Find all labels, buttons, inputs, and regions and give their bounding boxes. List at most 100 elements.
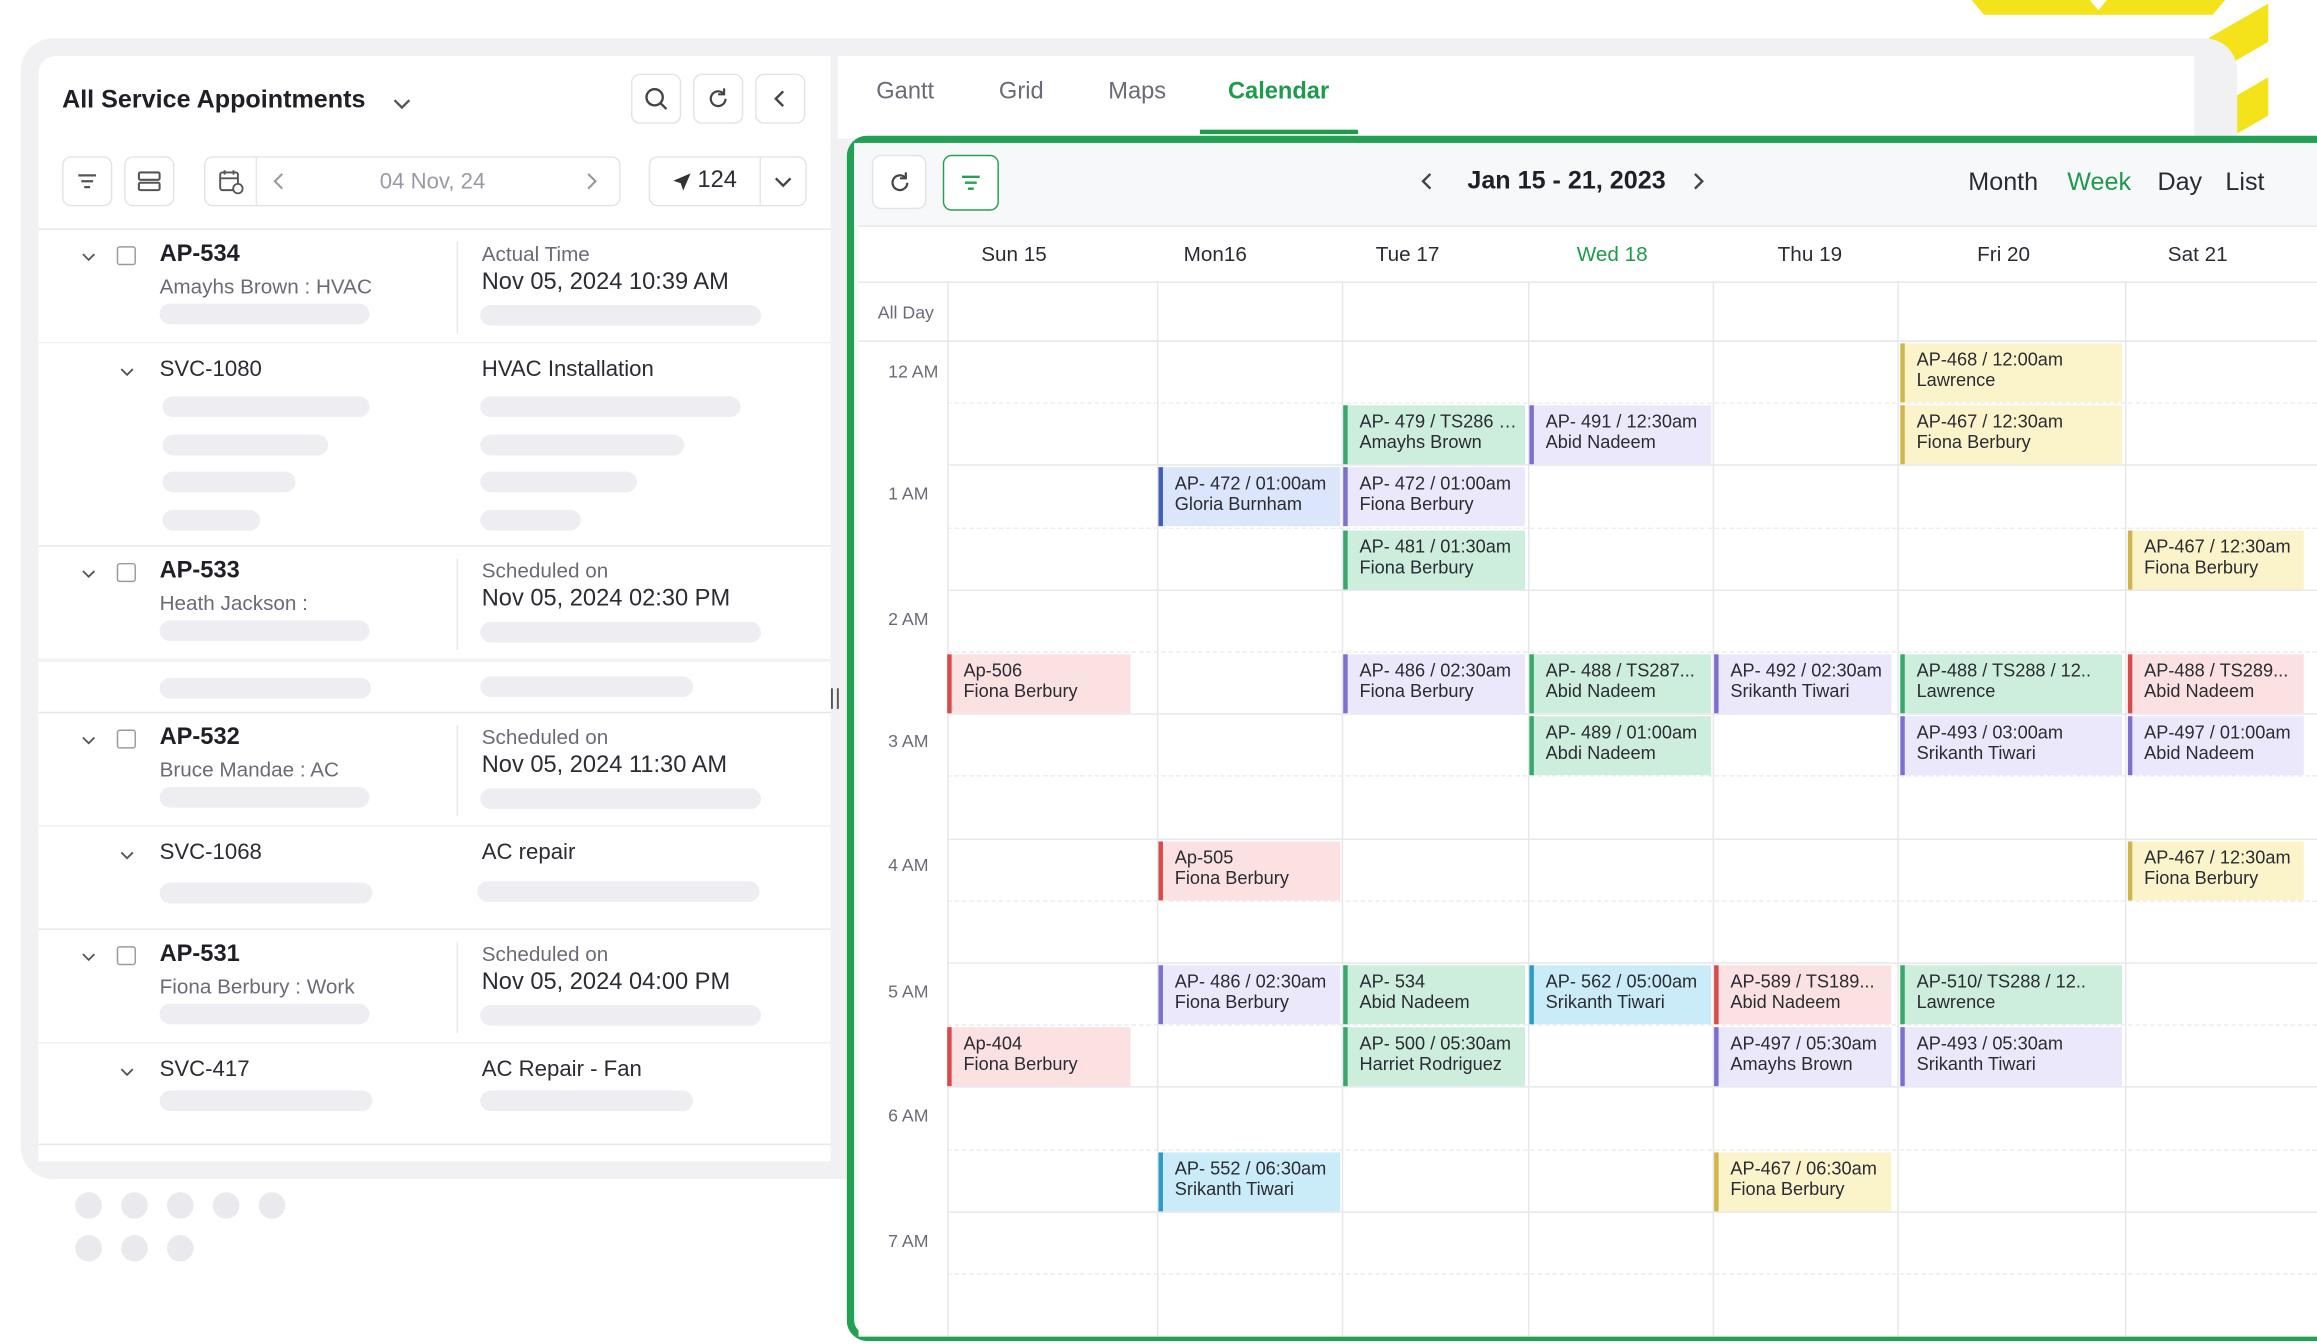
calendar-event[interactable]: AP-467 / 06:30am Fiona Berbury <box>1714 1151 1892 1211</box>
event-title: AP-493 / 03:00am <box>1916 722 2064 744</box>
calendar-event[interactable]: AP- 552 / 06:30am Srikanth Tiwari <box>1158 1151 1341 1211</box>
event-assignee: Abid Nadeem <box>1545 432 1656 453</box>
calendar-refresh-button[interactable] <box>871 154 927 210</box>
service-expand-chevron-icon[interactable] <box>117 844 138 865</box>
mode-list[interactable]: List <box>2225 168 2264 197</box>
calendar-event[interactable]: AP- 486 / 02:30am Fiona Berbury <box>1343 654 1525 714</box>
service-expand-chevron-icon[interactable] <box>117 361 138 382</box>
calendar-event[interactable]: Ap-404 Fiona Berbury <box>947 1027 1131 1087</box>
calendar-event[interactable]: AP-467 / 12:30am Fiona Berbury <box>2127 529 2304 589</box>
calendar-event[interactable]: AP- 472 / 01:00am Gloria Burnham <box>1158 467 1341 527</box>
calendar-event[interactable]: AP- 491 / 12:30am Abid Nadeem <box>1529 405 1712 465</box>
calendar-event[interactable]: AP-497 / 05:30am Amayhs Brown <box>1714 1027 1892 1087</box>
panel-splitter[interactable] <box>830 685 839 712</box>
calendar-event[interactable]: AP-488 / TS289... Abid Nadeem <box>2127 654 2304 714</box>
calendar-event[interactable]: AP- 489 / 01:00am Abdi Nadeem <box>1529 716 1712 776</box>
appointment-id[interactable]: AP-531 <box>160 942 240 969</box>
filter-button[interactable] <box>62 156 113 207</box>
calendar-event[interactable]: Ap-506 Fiona Berbury <box>947 654 1131 714</box>
mode-day[interactable]: Day <box>2157 168 2202 197</box>
event-title: AP-467 / 12:30am <box>2144 846 2291 868</box>
calendar-event[interactable]: AP-493 / 03:00am Srikanth Tiwari <box>1900 716 2122 776</box>
section-divider <box>38 711 831 714</box>
calendar-event[interactable]: Ap-505 Fiona Berbury <box>1158 840 1341 900</box>
calendar-event[interactable]: AP- 481 / 01:30am Fiona Berbury <box>1343 529 1525 589</box>
half-hour-line <box>947 651 2317 653</box>
calendar-event[interactable]: AP-488 / TS288 / 12.. Lawrence <box>1900 654 2122 714</box>
chevron-down-icon[interactable] <box>770 168 797 195</box>
calendar-event[interactable]: AP- 534 Abid Nadeem <box>1343 965 1525 1025</box>
service-id[interactable]: SVC-1068 <box>160 840 262 865</box>
calendar-event[interactable]: AP- 488 / TS287... Abid Nadeem <box>1529 654 1712 714</box>
placeholder-bar <box>480 509 581 531</box>
refresh-button[interactable] <box>693 73 744 124</box>
event-assignee: Abid Nadeem <box>1730 991 1841 1013</box>
calendar-event[interactable]: AP-467 / 12:30am Fiona Berbury <box>2127 840 2304 900</box>
calendar-filter-button[interactable] <box>942 154 999 211</box>
service-id[interactable]: SVC-417 <box>160 1057 250 1082</box>
appointment-id[interactable]: AP-533 <box>160 559 240 586</box>
half-hour-line <box>947 1148 2317 1151</box>
decor-dot <box>121 1234 148 1262</box>
mode-week[interactable]: Week <box>2067 168 2131 197</box>
placeholder-bar <box>480 621 762 643</box>
expand-chevron-icon[interactable] <box>78 946 99 967</box>
hour-line <box>947 1211 2317 1213</box>
appointment-checkbox[interactable] <box>116 246 136 266</box>
calendar-event[interactable]: AP- 486 / 02:30am Fiona Berbury <box>1158 965 1341 1025</box>
search-button[interactable] <box>630 73 682 124</box>
tab-gantt[interactable]: Gantt <box>876 80 934 107</box>
placeholder-bar <box>159 1090 373 1112</box>
calendar-event[interactable]: AP- 562 / 05:00am Srikanth Tiwari <box>1529 965 1712 1025</box>
event-assignee: Fiona Berbury <box>1359 494 1474 515</box>
dispatch-divider <box>759 157 762 205</box>
calendar-event[interactable]: AP-497 / 01:00am Abid Nadeem <box>2127 716 2304 776</box>
service-id[interactable]: SVC-1080 <box>160 357 262 382</box>
calendar-range: Jan 15 - 21, 2023 <box>1467 166 1666 195</box>
expand-chevron-icon[interactable] <box>78 246 99 267</box>
tab-calendar[interactable]: Calendar <box>1228 80 1329 107</box>
decor-dot <box>121 1192 148 1219</box>
calendar-event[interactable]: AP-589 / TS189... Abid Nadeem <box>1714 965 1892 1025</box>
half-hour-line <box>947 1024 2317 1026</box>
calendar-event[interactable]: AP- 472 / 01:00am Fiona Berbury <box>1343 467 1525 527</box>
appointment-customer: Amayhs Brown : HVAC <box>159 274 372 298</box>
collapse-panel-button[interactable] <box>755 73 806 124</box>
calendar-event[interactable]: AP- 492 / 02:30am Srikanth Tiwari <box>1714 654 1892 714</box>
previous-week-icon[interactable] <box>1414 168 1441 195</box>
calendar-event[interactable]: AP-468 / 12:00am Lawrence <box>1900 343 2122 403</box>
tab-grid[interactable]: Grid <box>999 80 1044 107</box>
event-assignee: Amayhs Brown <box>1730 1053 1853 1075</box>
event-assignee: Abid Nadeem <box>2144 680 2255 702</box>
expand-chevron-icon[interactable] <box>78 729 99 750</box>
layout-toggle-button[interactable] <box>124 156 175 207</box>
chevron-down-icon[interactable] <box>389 90 416 117</box>
appointment-customer: Bruce Mandae : AC <box>159 757 339 782</box>
next-week-icon[interactable] <box>1685 168 1712 195</box>
service-expand-chevron-icon[interactable] <box>117 1061 138 1082</box>
calendar-event[interactable]: AP- 479 / TS286 / ... Amayhs Brown <box>1343 405 1525 465</box>
calendar-event[interactable]: AP-510/ TS288 / 12.. Lawrence <box>1900 965 2122 1025</box>
tab-maps[interactable]: Maps <box>1108 80 1166 107</box>
column-line <box>1897 281 1899 1337</box>
appointment-checkbox[interactable] <box>116 562 136 583</box>
appointment-id[interactable]: AP-534 <box>160 242 240 269</box>
appointment-checkbox[interactable] <box>116 729 136 749</box>
drag-handle-icon <box>830 688 839 709</box>
appointment-id[interactable]: AP-532 <box>160 725 240 752</box>
calendar-event[interactable]: AP-493 / 05:30am Srikanth Tiwari <box>1900 1027 2122 1087</box>
event-assignee: Fiona Berbury <box>1359 680 1474 702</box>
appointment-checkbox[interactable] <box>116 946 136 966</box>
event-title: AP- 492 / 02:30am <box>1730 660 1882 681</box>
refresh-icon <box>709 88 727 108</box>
expand-chevron-icon[interactable] <box>78 563 99 584</box>
placeholder-bar <box>480 434 685 456</box>
mode-month[interactable]: Month <box>1968 168 2038 197</box>
calendar-event[interactable]: AP- 500 / 05:30am Harriet Rodriguez <box>1343 1027 1525 1087</box>
chevron-left-icon[interactable] <box>266 168 293 195</box>
chevron-right-icon[interactable] <box>578 168 605 195</box>
calendar-event[interactable]: AP-467 / 12:30am Fiona Berbury <box>1900 405 2122 465</box>
time-value: Nov 05, 2024 04:00 PM <box>481 969 731 995</box>
day-header: Wed 18 <box>1576 241 1648 266</box>
panel-title[interactable]: All Service Appointments <box>62 85 365 114</box>
